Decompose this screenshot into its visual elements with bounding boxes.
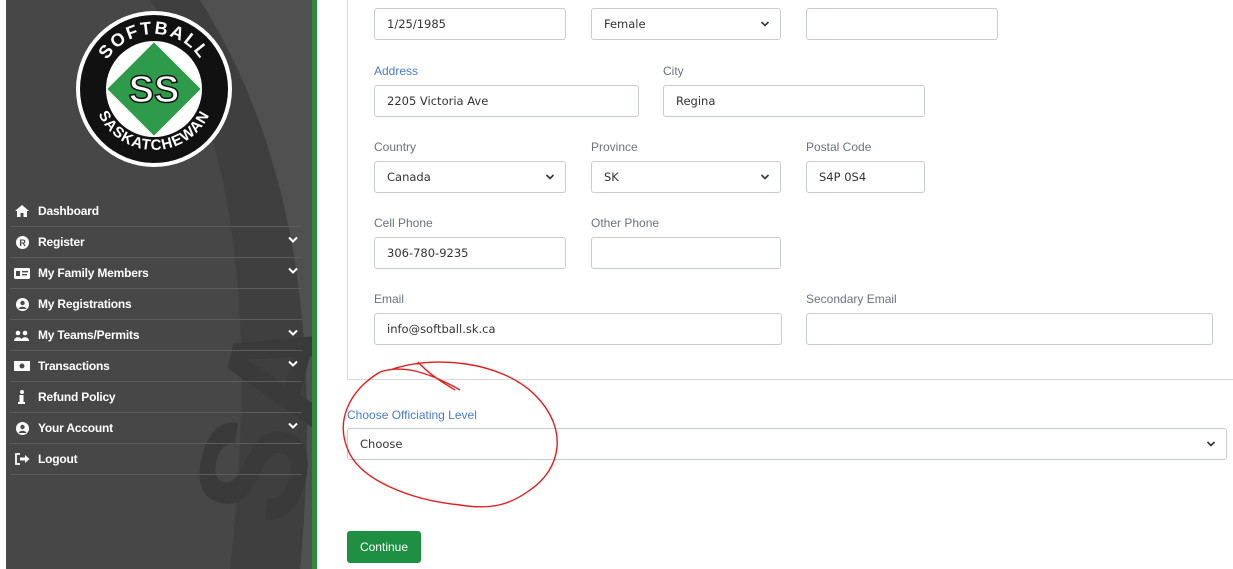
svg-text:R: R: [19, 238, 26, 248]
country-select[interactable]: Canada: [374, 161, 566, 193]
chevron-down-icon: [288, 267, 298, 274]
chevron-down-icon: [288, 422, 298, 429]
chevron-down-icon: [288, 236, 298, 243]
sidebar-item-label: Transactions: [38, 359, 110, 373]
extra-field-input[interactable]: [806, 8, 998, 40]
users-icon: [14, 328, 30, 342]
country-label: Country: [374, 140, 417, 154]
sidebar-item-label: Logout: [38, 452, 78, 466]
chevron-down-icon: [760, 174, 770, 180]
cell-phone-label: Cell Phone: [374, 216, 433, 230]
sidebar-item-teams-permits[interactable]: My Teams/Permits: [10, 320, 302, 351]
email-label: Email: [374, 292, 405, 306]
postal-code-value: S4P 0S4: [819, 170, 867, 184]
secondary-email-label: Secondary Email: [806, 292, 897, 306]
sidebar: SA SS SOFTBALL SASKATCHEWAN Dashboard R: [0, 0, 312, 569]
sidebar-item-family-members[interactable]: My Family Members: [10, 258, 302, 289]
city-label: City: [663, 64, 684, 78]
continue-button[interactable]: Continue: [347, 531, 421, 563]
sidebar-item-registrations[interactable]: My Registrations: [10, 289, 302, 320]
home-icon: [14, 204, 30, 218]
email-value: info@softball.sk.ca: [387, 322, 496, 336]
address-input[interactable]: 2205 Victoria Ave: [374, 85, 639, 117]
logo-monogram: SS: [129, 69, 180, 111]
sidebar-item-label: Register: [38, 235, 85, 249]
sidebar-item-label: Refund Policy: [38, 390, 116, 404]
city-value: Regina: [676, 94, 716, 108]
sidebar-item-refund-policy[interactable]: Refund Policy: [10, 382, 302, 413]
postal-code-label: Postal Code: [806, 140, 872, 154]
birthdate-value: 1/25/1985: [387, 17, 446, 31]
sidebar-item-label: Dashboard: [38, 204, 99, 218]
r-circle-icon: R: [14, 235, 30, 249]
secondary-email-input[interactable]: [806, 313, 1213, 345]
officiating-level-value: Choose: [360, 437, 403, 451]
sidebar-item-your-account[interactable]: Your Account: [10, 413, 302, 444]
gender-value: Female: [604, 17, 646, 31]
chevron-down-icon: [760, 21, 770, 27]
birthdate-input[interactable]: 1/25/1985: [374, 8, 566, 40]
softball-saskatchewan-logo: SS SOFTBALL SASKATCHEWAN: [76, 11, 232, 167]
province-select[interactable]: SK: [591, 161, 781, 193]
city-input[interactable]: Regina: [663, 85, 925, 117]
user-circle-icon: [14, 421, 30, 435]
sidebar-accent-border: [312, 0, 317, 569]
officiating-level-label: Choose Officiating Level: [347, 408, 477, 422]
chevron-down-icon: [1206, 441, 1216, 447]
sidebar-item-label: My Registrations: [38, 297, 132, 311]
id-card-icon: [14, 266, 30, 280]
cell-phone-input[interactable]: 306-780-9235: [374, 237, 566, 269]
address-value: 2205 Victoria Ave: [387, 94, 489, 108]
chevron-down-icon: [545, 174, 555, 180]
info-icon: [14, 390, 30, 404]
sidebar-item-dashboard[interactable]: Dashboard: [10, 196, 302, 227]
gender-select[interactable]: Female: [591, 8, 781, 40]
officiating-level-select[interactable]: Choose: [347, 428, 1227, 460]
country-value: Canada: [387, 170, 431, 184]
sidebar-item-transactions[interactable]: Transactions: [10, 351, 302, 382]
chevron-down-icon: [288, 360, 298, 367]
other-phone-label: Other Phone: [591, 216, 660, 230]
money-icon: [14, 359, 30, 373]
province-value: SK: [604, 170, 619, 184]
user-circle-icon: [14, 297, 30, 311]
province-label: Province: [591, 140, 638, 154]
sidebar-item-label: Your Account: [38, 421, 113, 435]
logout-icon: [14, 452, 30, 466]
sidebar-item-label: My Family Members: [38, 266, 149, 280]
sidebar-item-register[interactable]: R Register: [10, 227, 302, 258]
chevron-down-icon: [288, 329, 298, 336]
email-input[interactable]: info@softball.sk.ca: [374, 313, 782, 345]
sidebar-item-label: My Teams/Permits: [38, 328, 140, 342]
cell-phone-value: 306-780-9235: [387, 246, 469, 260]
postal-code-input[interactable]: S4P 0S4: [806, 161, 925, 193]
address-label: Address: [374, 64, 419, 78]
sidebar-menu: Dashboard R Register My Family Members M…: [10, 196, 302, 475]
sidebar-item-logout[interactable]: Logout: [10, 444, 302, 475]
other-phone-input[interactable]: [591, 237, 781, 269]
window-edge: [0, 0, 6, 569]
